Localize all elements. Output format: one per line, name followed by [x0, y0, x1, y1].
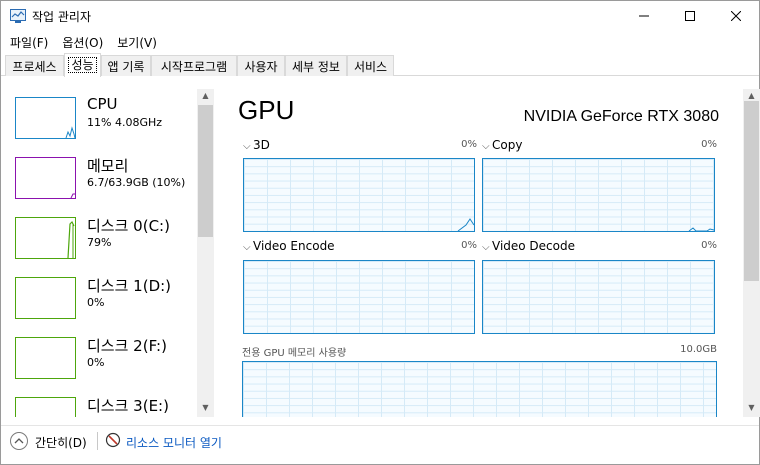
minimize-icon: [639, 15, 649, 17]
dedicated-memory-label: 전용 GPU 메모리 사용량: [242, 348, 347, 359]
tab-services[interactable]: 서비스: [347, 55, 394, 76]
tab-users[interactable]: 사용자: [237, 55, 285, 76]
disk-2-mini-graph: [15, 337, 76, 379]
minimize-button[interactable]: [621, 1, 667, 31]
chevron-down-icon: ⌵: [482, 141, 490, 152]
tab-label: 세부 정보: [292, 60, 340, 74]
sidebar-item-value: 11% 4.08GHz: [87, 116, 163, 129]
disk-0-mini-graph: [15, 217, 76, 259]
sidebar-item-disk-3[interactable]: 디스크 3(E:): [1, 389, 197, 417]
scroll-down-arrow-icon[interactable]: ▼: [743, 403, 760, 412]
menu-options[interactable]: 옵션(O): [57, 31, 108, 53]
graph-engine-selector-video-decode[interactable]: ⌵ Video Decode: [482, 239, 575, 253]
maximize-icon: [685, 11, 695, 21]
tab-startup[interactable]: 시작프로그램: [151, 55, 237, 76]
scroll-up-arrow-icon[interactable]: ▲: [743, 91, 760, 100]
task-manager-app-icon: [10, 9, 26, 23]
disk-1-mini-graph: [15, 277, 76, 319]
graph-percent: 0%: [701, 240, 717, 251]
chevron-down-icon: ⌵: [243, 141, 251, 152]
sidebar-item-name: 디스크 2(F:): [87, 337, 167, 355]
performance-sidebar: CPU 11% 4.08GHz 메모리 6.7/63.9GB (10%) 디스크…: [1, 89, 215, 417]
close-button[interactable]: [713, 1, 759, 31]
sidebar-item-disk-0[interactable]: 디스크 0(C:) 79%: [1, 209, 197, 269]
graph-percent: 0%: [461, 240, 477, 251]
graph-label: Copy: [492, 138, 523, 152]
sidebar-scrollbar[interactable]: ▲ ▼: [197, 89, 214, 417]
graph-copy: [482, 158, 715, 232]
sidebar-scroll-thumb[interactable]: [198, 105, 213, 237]
sidebar-item-name: 디스크 0(C:): [87, 217, 170, 235]
footer-bar: 간단히(D) 리소스 모니터 열기: [1, 425, 759, 465]
graph-label: Video Decode: [492, 239, 575, 253]
disk-3-mini-graph: [15, 397, 76, 417]
tab-label: 앱 기록: [107, 60, 145, 74]
chevron-down-icon: ⌵: [482, 242, 490, 253]
sidebar-item-disk-2[interactable]: 디스크 2(F:) 0%: [1, 329, 197, 389]
tab-label: 서비스: [353, 60, 388, 74]
sidebar-item-name: 메모리: [87, 157, 129, 175]
main-scrollbar[interactable]: ▲ ▼: [743, 89, 760, 417]
fewer-details-button[interactable]: 간단히(D): [35, 434, 87, 451]
memory-mini-graph: [15, 157, 76, 199]
sidebar-item-value: 6.7/63.9GB (10%): [87, 176, 186, 189]
sidebar-item-disk-1[interactable]: 디스크 1(D:) 0%: [1, 269, 197, 329]
gpu-model-name: NVIDIA GeForce RTX 3080: [523, 108, 719, 125]
graph-engine-selector-video-encode[interactable]: ⌵ Video Encode: [243, 239, 335, 253]
maximize-button[interactable]: [667, 1, 713, 31]
dedicated-memory-max: 10.0GB: [680, 344, 717, 355]
chevron-up-circle-icon[interactable]: [10, 432, 28, 450]
page-title: GPU: [238, 95, 295, 125]
sidebar-item-name: 디스크 1(D:): [87, 277, 172, 295]
sidebar-item-cpu[interactable]: CPU 11% 4.08GHz: [1, 89, 197, 149]
tab-label: 사용자: [244, 60, 278, 74]
graph-label: Video Encode: [253, 239, 335, 253]
graph-percent: 0%: [701, 139, 717, 150]
sidebar-item-name: CPU: [87, 95, 118, 113]
sidebar-item-value: 79%: [87, 236, 112, 249]
tab-performance[interactable]: 성능: [64, 53, 101, 77]
close-icon: [731, 11, 741, 21]
tab-details[interactable]: 세부 정보: [285, 55, 347, 76]
tab-label: 시작프로그램: [160, 60, 228, 74]
tab-label: 프로세스: [12, 60, 57, 74]
menu-file[interactable]: 파일(F): [5, 31, 53, 53]
scroll-down-arrow-icon[interactable]: ▼: [197, 403, 214, 412]
tab-processes[interactable]: 프로세스: [5, 55, 64, 76]
sidebar-item-value: 0%: [87, 296, 105, 309]
graph-label: 3D: [253, 138, 270, 152]
menu-view[interactable]: 보기(V): [112, 31, 162, 53]
graph-video-decode: [482, 260, 715, 334]
sidebar-item-memory[interactable]: 메모리 6.7/63.9GB (10%): [1, 149, 197, 209]
graph-engine-selector-3d[interactable]: ⌵ 3D: [243, 138, 270, 152]
tab-bar: 프로세스 성능 앱 기록 시작프로그램 사용자 세부 정보 서비스: [1, 53, 759, 77]
graph-dedicated-memory: [242, 361, 717, 417]
graph-engine-selector-copy[interactable]: ⌵ Copy: [482, 138, 522, 152]
footer-divider: [97, 432, 98, 450]
gpu-detail-panel: GPU NVIDIA GeForce RTX 3080 ⌵ 3D 0% ⌵ Copy…: [229, 89, 743, 417]
sidebar-item-name: 디스크 3(E:): [87, 397, 169, 415]
tab-label: 성능: [68, 57, 97, 73]
title-bar[interactable]: 작업 관리자: [1, 1, 759, 31]
graph-3d: [243, 158, 475, 232]
scroll-up-arrow-icon[interactable]: ▲: [197, 91, 214, 100]
graph-video-encode: [243, 260, 475, 334]
open-resource-monitor-link[interactable]: 리소스 모니터 열기: [126, 434, 222, 451]
main-scroll-thumb[interactable]: [744, 101, 759, 281]
graph-percent: 0%: [461, 139, 477, 150]
sidebar-item-value: 0%: [87, 356, 105, 369]
task-manager-window: 작업 관리자 파일(F) 옵션(O) 보기(V) 프로세스 성능 앱 기록 시작…: [0, 0, 760, 465]
menu-bar: 파일(F) 옵션(O) 보기(V): [1, 31, 759, 53]
cpu-mini-graph: [15, 97, 76, 139]
tab-app-history[interactable]: 앱 기록: [101, 55, 151, 76]
resource-monitor-icon: [105, 432, 121, 448]
window-title: 작업 관리자: [32, 10, 92, 24]
chevron-down-icon: ⌵: [243, 242, 251, 253]
